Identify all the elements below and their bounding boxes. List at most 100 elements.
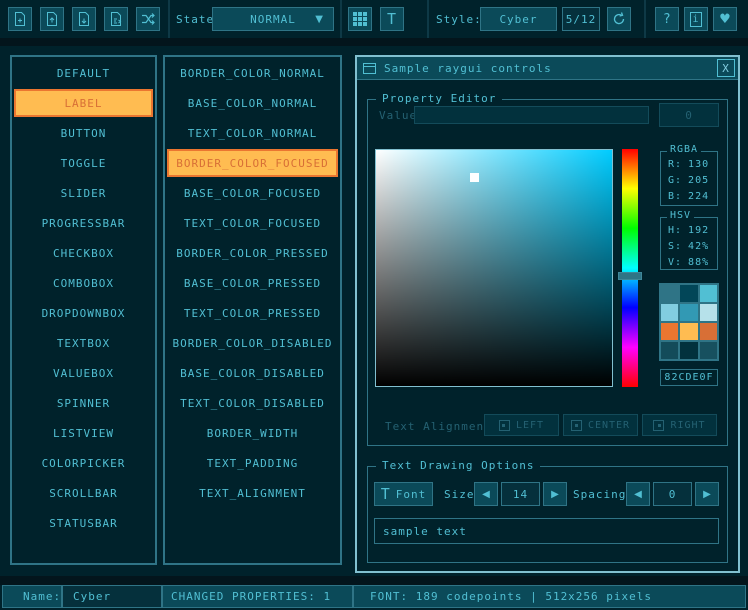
list-item-textbox[interactable]: TEXTBOX	[14, 329, 153, 357]
close-icon: X	[722, 62, 730, 75]
palette-swatch[interactable]	[700, 304, 717, 321]
list-item-text_padding[interactable]: TEXT_PADDING	[167, 449, 338, 477]
font-button[interactable]: T Font	[374, 482, 433, 506]
reload-icon	[611, 11, 627, 27]
list-item-colorpicker[interactable]: COLORPICKER	[14, 449, 153, 477]
align-left-label: LEFT	[516, 420, 544, 431]
list-item-default[interactable]: DEFAULT	[14, 59, 153, 87]
file-open-icon	[44, 11, 60, 27]
spacing-decrease-button[interactable]: ◀	[626, 482, 650, 506]
palette-swatch[interactable]	[661, 285, 678, 302]
style-name-textbox[interactable]: Cyber	[62, 585, 162, 608]
hue-gradient[interactable]	[622, 149, 638, 387]
g-label: G:	[668, 173, 682, 189]
hue-bar[interactable]	[618, 149, 642, 387]
list-item-button[interactable]: BUTTON	[14, 119, 153, 147]
property-editor-group-label: Property Editor	[376, 92, 502, 105]
list-item-statusbar[interactable]: STATUSBAR	[14, 509, 153, 537]
hex-value-textbox[interactable]: 82CDE0F	[660, 369, 718, 386]
list-item-dropdownbox[interactable]: DROPDOWNBOX	[14, 299, 153, 327]
window-close-button[interactable]: X	[717, 59, 735, 77]
list-item-spinner[interactable]: SPINNER	[14, 389, 153, 417]
style-color-palette	[659, 283, 719, 361]
palette-swatch[interactable]	[680, 342, 697, 359]
list-item-border_color_pressed[interactable]: BORDER_COLOR_PRESSED	[167, 239, 338, 267]
sponsor-button[interactable]: ♥	[713, 7, 737, 31]
left-arrow-icon: ◀	[482, 489, 490, 500]
align-center-label: CENTER	[588, 420, 630, 431]
properties-listview: BORDER_COLOR_NORMALBASE_COLOR_NORMALTEXT…	[163, 55, 342, 565]
list-item-text_alignment[interactable]: TEXT_ALIGNMENT	[167, 479, 338, 507]
style-index-valuebox[interactable]: 5/12	[562, 7, 600, 31]
list-item-base_color_normal[interactable]: BASE_COLOR_NORMAL	[167, 89, 338, 117]
list-item-combobox[interactable]: COMBOBOX	[14, 269, 153, 297]
list-item-progressbar[interactable]: PROGRESSBAR	[14, 209, 153, 237]
b-label: B:	[668, 189, 682, 205]
align-right-icon	[653, 420, 664, 431]
list-item-base_color_pressed[interactable]: BASE_COLOR_PRESSED	[167, 269, 338, 297]
color-picker-panel[interactable]	[375, 149, 613, 387]
spacing-increase-button[interactable]: ▶	[695, 482, 719, 506]
palette-swatch[interactable]	[700, 323, 717, 340]
list-item-label[interactable]: LABEL	[14, 89, 153, 117]
font-button-label: Font	[396, 488, 427, 501]
list-item-border_width[interactable]: BORDER_WIDTH	[167, 419, 338, 447]
align-right-toggle[interactable]: RIGHT	[642, 414, 717, 436]
s-value: 42%	[688, 239, 709, 255]
list-item-border_color_disabled[interactable]: BORDER_COLOR_DISABLED	[167, 329, 338, 357]
table-view-button[interactable]	[348, 7, 372, 31]
list-item-base_color_disabled[interactable]: BASE_COLOR_DISABLED	[167, 359, 338, 387]
list-item-border_color_normal[interactable]: BORDER_COLOR_NORMAL	[167, 59, 338, 87]
palette-swatch[interactable]	[661, 304, 678, 321]
list-item-text_color_focused[interactable]: TEXT_COLOR_FOCUSED	[167, 209, 338, 237]
list-item-valuebox[interactable]: VALUEBOX	[14, 359, 153, 387]
list-item-scrollbar[interactable]: SCROLLBAR	[14, 479, 153, 507]
value-spinner[interactable]: 0	[659, 103, 719, 127]
window-icon	[363, 62, 376, 75]
list-item-base_color_focused[interactable]: BASE_COLOR_FOCUSED	[167, 179, 338, 207]
file-export-icon	[108, 11, 124, 27]
hue-slider-handle[interactable]	[618, 272, 642, 280]
palette-swatch[interactable]	[700, 342, 717, 359]
size-valuebox[interactable]: 14	[501, 482, 540, 506]
size-increase-button[interactable]: ▶	[543, 482, 567, 506]
palette-swatch[interactable]	[680, 304, 697, 321]
state-dropdown[interactable]: NORMAL ▼	[212, 7, 334, 31]
window-titlebar[interactable]: Sample raygui controls X	[357, 57, 738, 80]
file-export-button[interactable]	[104, 7, 128, 31]
file-save-button[interactable]	[72, 7, 96, 31]
palette-swatch[interactable]	[661, 342, 678, 359]
list-item-text_color_disabled[interactable]: TEXT_COLOR_DISABLED	[167, 389, 338, 417]
hsv-row: H:192	[661, 223, 717, 239]
name-statusbar-label: Name:	[2, 585, 62, 608]
grid-icon	[353, 12, 367, 26]
list-item-text_color_normal[interactable]: TEXT_COLOR_NORMAL	[167, 119, 338, 147]
palette-swatch[interactable]	[680, 285, 697, 302]
file-new-button[interactable]	[8, 7, 32, 31]
style-reload-button[interactable]	[607, 7, 631, 31]
style-name-button[interactable]: Cyber	[480, 7, 557, 31]
list-item-border_color_focused[interactable]: BORDER_COLOR_FOCUSED	[167, 149, 338, 177]
list-item-text_color_pressed[interactable]: TEXT_COLOR_PRESSED	[167, 299, 338, 327]
sample-text-textbox[interactable]: sample text	[374, 518, 719, 544]
align-center-toggle[interactable]: CENTER	[563, 414, 638, 436]
about-button[interactable]: i	[684, 7, 708, 31]
file-open-button[interactable]	[40, 7, 64, 31]
color-picker-cursor[interactable]	[470, 173, 479, 182]
help-button[interactable]: ?	[655, 7, 679, 31]
align-left-toggle[interactable]: LEFT	[484, 414, 559, 436]
size-decrease-button[interactable]: ◀	[474, 482, 498, 506]
palette-swatch[interactable]	[680, 323, 697, 340]
r-value: 130	[688, 157, 709, 173]
font-edit-button[interactable]: T	[380, 7, 404, 31]
spacing-valuebox[interactable]: 0	[653, 482, 692, 506]
list-item-listview[interactable]: LISTVIEW	[14, 419, 153, 447]
list-item-slider[interactable]: SLIDER	[14, 179, 153, 207]
palette-swatch[interactable]	[700, 285, 717, 302]
list-item-checkbox[interactable]: CHECKBOX	[14, 239, 153, 267]
palette-swatch[interactable]	[661, 323, 678, 340]
text-drawing-options-label: Text Drawing Options	[376, 459, 540, 472]
list-item-toggle[interactable]: TOGGLE	[14, 149, 153, 177]
value-textbox[interactable]	[414, 106, 649, 124]
style-random-button[interactable]	[136, 7, 160, 31]
